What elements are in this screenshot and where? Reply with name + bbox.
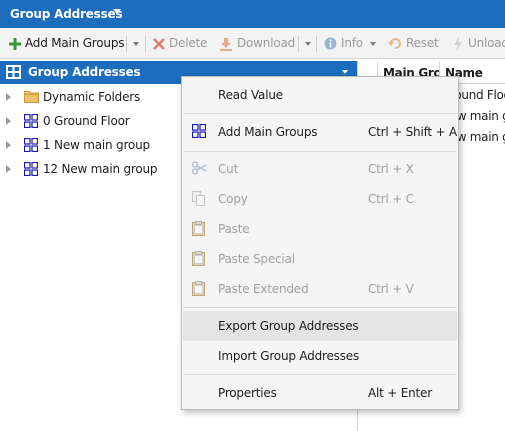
menu-item-label: Export Group Addresses (218, 319, 359, 333)
toolbar-separator (298, 36, 299, 52)
unload-label: Unload (468, 36, 505, 50)
unload-icon (454, 36, 462, 51)
tree-item-label: 12 New main group (43, 162, 158, 176)
menu-item-export-group-addresses[interactable]: Export Group Addresses (183, 311, 457, 341)
scissors-icon (192, 161, 207, 175)
tree-item-ground-floor[interactable]: 0 Ground Floor (0, 111, 181, 131)
paste-special-icon (192, 251, 205, 266)
menu-separator (184, 151, 456, 152)
expand-arrow-icon[interactable] (6, 117, 11, 125)
toolbar: Add Main Groups Delete Download Info Res… (0, 28, 505, 59)
menu-item-shortcut: Ctrl + C (368, 192, 414, 206)
title-dropdown-icon[interactable] (113, 9, 121, 14)
menu-item-shortcut: Ctrl + X (368, 162, 414, 176)
tree-item-label: 0 Ground Floor (43, 114, 130, 128)
reset-icon (388, 38, 401, 49)
menu-item-shortcut: Alt + Enter (368, 386, 432, 400)
menu-item-paste-special[interactable]: Paste Special (183, 244, 457, 274)
expand-arrow-icon[interactable] (6, 165, 11, 173)
menu-item-paste-extended[interactable]: Paste Extended Ctrl + V (183, 274, 457, 304)
menu-separator (184, 307, 456, 308)
tree-item-dynamic-folders[interactable]: Dynamic Folders (0, 87, 181, 107)
download-icon (220, 37, 232, 51)
menu-item-label: Properties (218, 386, 277, 400)
download-dropdown-icon[interactable] (305, 42, 311, 46)
tree-item-new-main-group-12[interactable]: 12 New main group (0, 159, 181, 179)
add-main-groups-label: Add Main Groups (25, 36, 125, 50)
reset-label: Reset (406, 36, 439, 50)
menu-item-import-group-addresses[interactable]: Import Group Addresses (183, 341, 457, 371)
reset-button[interactable]: Reset (388, 36, 439, 52)
menu-item-label: Copy (218, 192, 248, 206)
toolbar-separator (145, 36, 146, 52)
menu-separator (184, 374, 456, 375)
plus-icon (9, 37, 21, 50)
menu-item-paste[interactable]: Paste (183, 214, 457, 244)
menu-item-add-main-groups[interactable]: Add Main Groups Ctrl + Shift + A (183, 117, 457, 147)
tree-item-label: 1 New main group (43, 138, 150, 152)
download-label: Download (237, 36, 296, 50)
add-main-groups-dropdown-icon[interactable] (133, 42, 139, 46)
toolbar-separator (126, 36, 127, 52)
info-label: Info (341, 36, 363, 50)
menu-item-label: Paste Extended (218, 282, 309, 296)
expand-arrow-icon[interactable] (6, 141, 11, 149)
info-icon (324, 37, 337, 50)
group-grid-icon (24, 162, 38, 176)
menu-item-shortcut: Ctrl + Shift + A (368, 125, 458, 139)
menu-item-shortcut: Ctrl + V (368, 282, 414, 296)
delete-x-icon (153, 37, 165, 50)
delete-label: Delete (169, 36, 208, 50)
copy-icon (192, 191, 205, 206)
title-bar[interactable]: Group Addresses (0, 0, 505, 28)
download-button[interactable]: Download (219, 36, 295, 52)
menu-item-label: Import Group Addresses (218, 349, 360, 363)
menu-item-label: Paste Special (218, 252, 295, 266)
paste-extended-icon (192, 281, 205, 296)
tree-item-label: Dynamic Folders (43, 90, 141, 104)
delete-button[interactable]: Delete (153, 36, 207, 52)
tree-header-dropdown-icon[interactable] (342, 70, 348, 74)
menu-item-label: Add Main Groups (218, 125, 318, 139)
group-grid-icon (192, 124, 206, 138)
info-button[interactable]: Info (324, 36, 363, 52)
context-menu: Read Value Add Main Groups Ctrl + Shift … (181, 76, 459, 410)
paste-icon (192, 221, 205, 236)
group-grid-icon (24, 114, 38, 128)
tree-header-label: Group Addresses (28, 65, 141, 79)
window-title[interactable]: Group Addresses (10, 7, 123, 21)
unload-button[interactable]: Unload (452, 36, 505, 52)
tree-item-new-main-group-1[interactable]: 1 New main group (0, 135, 181, 155)
toolbar-separator (316, 36, 317, 52)
menu-item-label: Paste (218, 222, 250, 236)
folder-icon (24, 91, 39, 103)
expand-arrow-icon[interactable] (6, 93, 11, 101)
add-main-groups-button[interactable]: Add Main Groups (9, 36, 124, 52)
menu-separator (184, 113, 456, 114)
menu-item-read-value[interactable]: Read Value (183, 80, 457, 110)
menu-item-properties[interactable]: Properties Alt + Enter (183, 378, 457, 408)
info-dropdown-icon[interactable] (370, 42, 376, 46)
menu-item-label: Cut (218, 162, 239, 176)
group-grid-icon (24, 138, 38, 152)
menu-item-copy[interactable]: Copy Ctrl + C (183, 184, 457, 214)
menu-item-label: Read Value (218, 88, 283, 102)
group-addresses-icon (6, 65, 21, 79)
menu-item-cut[interactable]: Cut Ctrl + X (183, 154, 457, 184)
